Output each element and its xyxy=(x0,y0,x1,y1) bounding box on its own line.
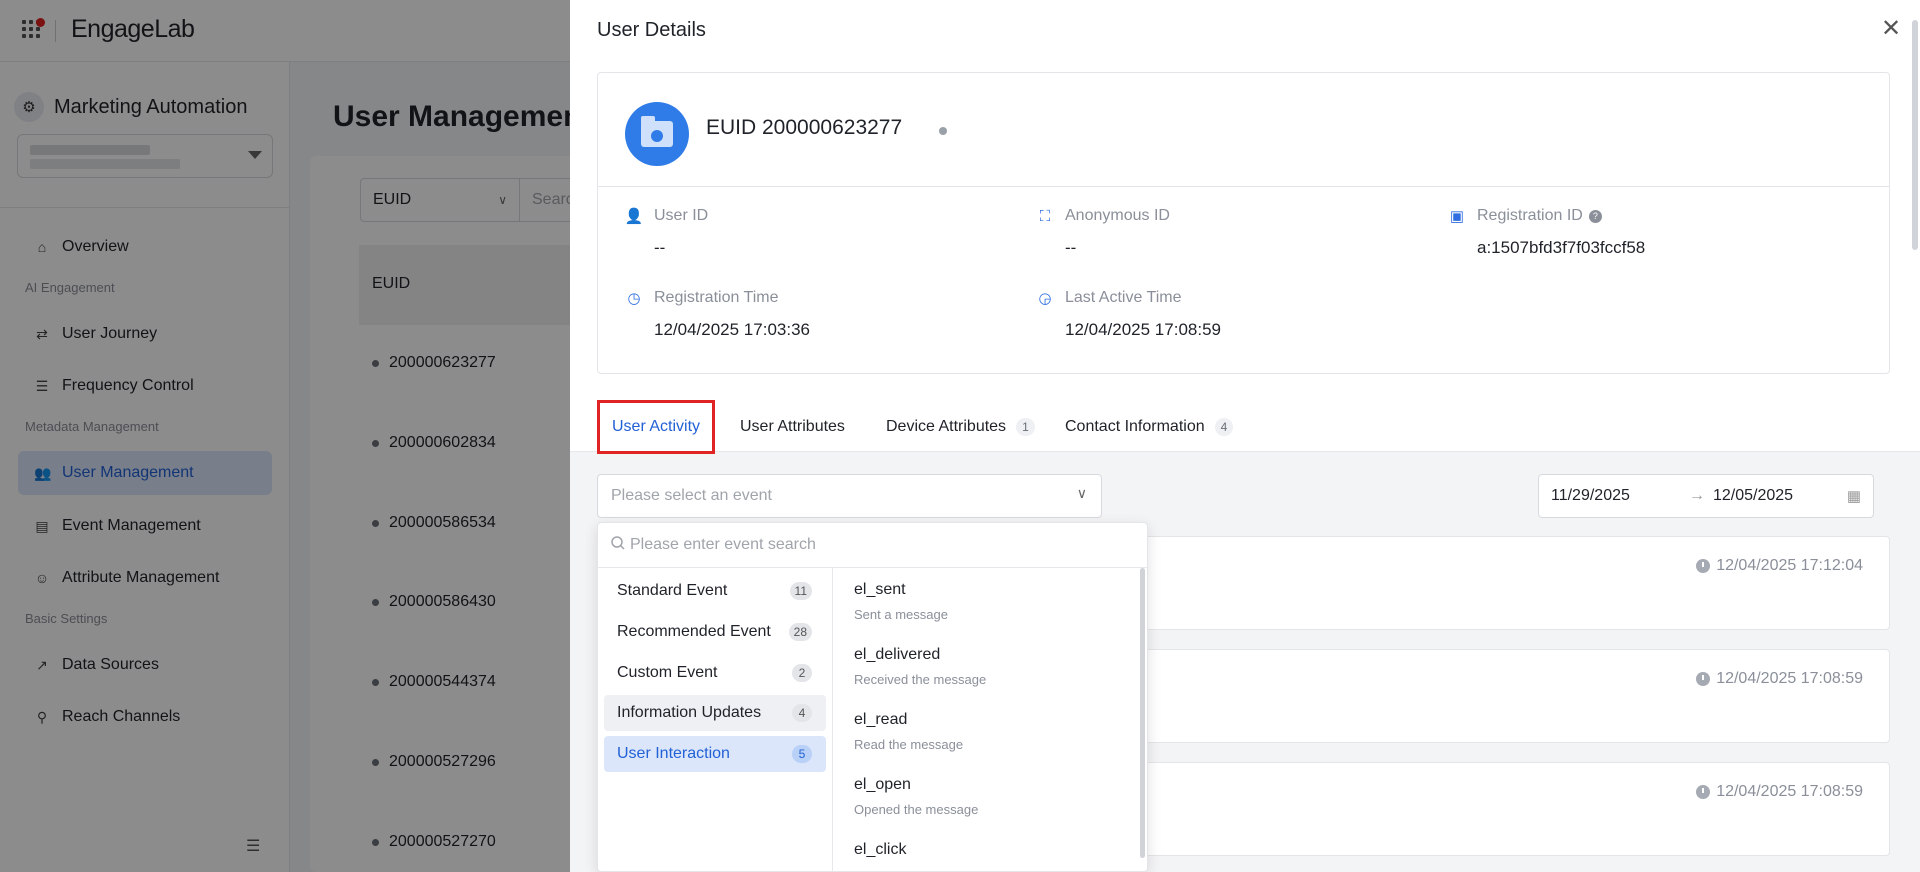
field-registration-id: ▣ Registration ID? a:1507bfd3f7f03fccf58 xyxy=(1447,206,1645,258)
event-option[interactable]: el_read Read the message xyxy=(854,711,963,752)
category-count: 2 xyxy=(792,664,812,682)
category-label: Custom Event xyxy=(617,664,718,681)
date-range-picker[interactable]: 11/29/2025 → 12/05/2025 ▦ xyxy=(1538,474,1874,518)
user-details-drawer: User Details ✕ EUID 200000623277 👤 User I… xyxy=(570,0,1920,872)
user-icon: 👤 xyxy=(624,208,644,225)
event-category-list: Standard Event 11 Recommended Event 28 C… xyxy=(598,568,833,872)
event-name: el_delivered xyxy=(854,646,941,663)
field-value: -- xyxy=(654,238,666,257)
event-name: el_click xyxy=(854,841,907,858)
tab-count-badge: 1 xyxy=(1016,418,1035,436)
scrollbar[interactable] xyxy=(1140,568,1145,858)
event-description: Sent a message xyxy=(854,607,948,622)
tab-label: Contact Information xyxy=(1065,418,1205,435)
event-option[interactable]: el_delivered Received the message xyxy=(854,646,986,687)
field-label: Registration Time xyxy=(654,289,779,306)
event-description: Read the message xyxy=(854,737,964,752)
user-info-card: EUID 200000623277 👤 User ID -- ⛶ Anonymous… xyxy=(597,72,1890,374)
field-anonymous-id: ⛶ Anonymous ID -- xyxy=(1035,206,1170,258)
scrollbar[interactable] xyxy=(1912,20,1918,250)
clock-icon: ◷ xyxy=(627,290,641,307)
user-euid: EUID 200000623277 xyxy=(706,116,903,139)
event-option[interactable]: el_click xyxy=(854,841,906,859)
category-recommended-event[interactable]: Recommended Event 28 xyxy=(604,614,826,650)
category-count: 5 xyxy=(792,745,812,763)
clock-icon: ◶ xyxy=(1038,290,1052,307)
date-start[interactable]: 11/29/2025 xyxy=(1551,487,1630,505)
tab-label: Device Attributes xyxy=(886,418,1007,435)
clock-icon xyxy=(1696,785,1711,799)
category-count: 4 xyxy=(792,704,812,722)
category-label: User Interaction xyxy=(617,745,730,762)
field-value: 12/04/2025 17:03:36 xyxy=(654,320,810,339)
search-icon xyxy=(611,536,625,550)
category-label: Recommended Event xyxy=(617,623,771,640)
field-registration-time: ◷ Registration Time 12/04/2025 17:03:36 xyxy=(624,288,810,340)
tab-label: User Activity xyxy=(612,418,701,435)
field-user-id: 👤 User ID -- xyxy=(624,206,709,258)
field-last-active-time: ◶ Last Active Time 12/04/2025 17:08:59 xyxy=(1035,288,1221,340)
user-header: EUID 200000623277 xyxy=(598,73,1889,187)
event-search xyxy=(598,523,1147,568)
category-information-updates[interactable]: Information Updates 4 xyxy=(604,695,826,731)
field-value: a:1507bfd3f7f03fccf58 xyxy=(1477,238,1646,257)
category-count: 11 xyxy=(789,582,812,600)
event-description: Opened the message xyxy=(854,802,979,817)
tab-label: User Attributes xyxy=(740,418,845,435)
category-user-interaction[interactable]: User Interaction 5 xyxy=(604,736,826,772)
calendar-icon: ▦ xyxy=(1846,488,1861,505)
status-dot xyxy=(939,127,947,135)
tab-user-activity[interactable]: User Activity xyxy=(597,400,716,454)
tab-device-attributes[interactable]: Device Attributes 1 xyxy=(886,402,1035,452)
device-icon: ▣ xyxy=(1449,208,1465,225)
close-icon[interactable]: ✕ xyxy=(1881,17,1901,41)
field-label: Last Active Time xyxy=(1065,289,1182,306)
category-label: Information Updates xyxy=(617,704,762,721)
date-end[interactable]: 12/05/2025 xyxy=(1713,487,1793,505)
activity-time: 12/04/2025 17:08:59 xyxy=(1716,670,1863,687)
arrow-right-icon: → xyxy=(1689,487,1705,504)
event-name: el_sent xyxy=(854,581,906,598)
event-select[interactable]: Please select an event ∨ xyxy=(597,474,1102,518)
field-label: User ID xyxy=(654,207,709,224)
category-count: 28 xyxy=(788,623,812,641)
field-label: Anonymous ID xyxy=(1065,207,1170,224)
category-standard-event[interactable]: Standard Event 11 xyxy=(604,573,826,609)
clock-icon xyxy=(1696,672,1711,686)
field-label: Registration ID xyxy=(1477,207,1583,224)
event-list: el_sent Sent a message el_delivered Rece… xyxy=(834,568,1147,872)
clock-icon xyxy=(1696,559,1711,573)
event-select-placeholder: Please select an event xyxy=(611,487,772,504)
drawer-title: User Details xyxy=(597,19,706,41)
activity-time: 12/04/2025 17:08:59 xyxy=(1716,783,1863,800)
person-icon xyxy=(651,130,663,142)
event-name: el_read xyxy=(854,711,908,728)
activity-time: 12/04/2025 17:12:04 xyxy=(1716,557,1863,574)
help-icon[interactable]: ? xyxy=(1588,209,1602,223)
tab-user-attributes[interactable]: User Attributes xyxy=(740,402,845,452)
event-option[interactable]: el_sent Sent a message xyxy=(854,581,948,622)
event-description: Received the message xyxy=(854,672,987,687)
tab-contact-information[interactable]: Contact Information 4 xyxy=(1065,402,1234,452)
event-name: el_open xyxy=(854,776,911,793)
event-dropdown: Standard Event 11 Recommended Event 28 C… xyxy=(597,522,1148,872)
anonymous-icon: ⛶ xyxy=(1039,207,1051,225)
chevron-down-icon: ∨ xyxy=(1076,485,1087,501)
event-search-input[interactable] xyxy=(630,533,1130,557)
avatar xyxy=(625,102,689,166)
tab-count-badge: 4 xyxy=(1214,418,1234,436)
field-value: -- xyxy=(1065,238,1077,257)
event-option[interactable]: el_open Opened the message xyxy=(854,776,978,817)
category-custom-event[interactable]: Custom Event 2 xyxy=(604,655,826,691)
field-value: 12/04/2025 17:08:59 xyxy=(1065,320,1221,339)
category-label: Standard Event xyxy=(617,582,728,599)
